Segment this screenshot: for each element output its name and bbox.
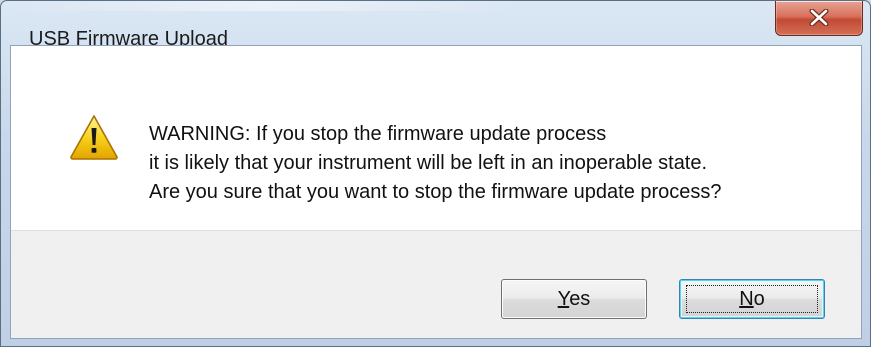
yes-button-mnemonic: Y — [557, 288, 570, 310]
dialog-client-area: WARNING: If you stop the firmware update… — [10, 45, 862, 339]
yes-button-label: es — [569, 288, 591, 310]
dialog-window: USB Firmware Upload WARNING: If you stop… — [0, 0, 871, 347]
message-area: WARNING: If you stop the firmware update… — [11, 46, 861, 230]
close-icon — [809, 9, 829, 26]
message-line-2: it is likely that your instrument will b… — [149, 152, 708, 174]
title-bar[interactable]: USB Firmware Upload — [1, 1, 870, 49]
warning-message: WARNING: If you stop the firmware update… — [149, 120, 722, 207]
close-button[interactable] — [775, 1, 863, 36]
message-line-1: WARNING: If you stop the firmware update… — [149, 123, 607, 145]
no-button-mnemonic: N — [739, 288, 754, 310]
button-bar: Yes No — [11, 230, 861, 338]
warning-icon — [70, 115, 118, 160]
no-button[interactable]: No — [679, 279, 825, 319]
no-button-label: o — [753, 288, 765, 310]
yes-button[interactable]: Yes — [501, 279, 647, 319]
message-line-3: Are you sure that you want to stop the f… — [149, 181, 722, 203]
